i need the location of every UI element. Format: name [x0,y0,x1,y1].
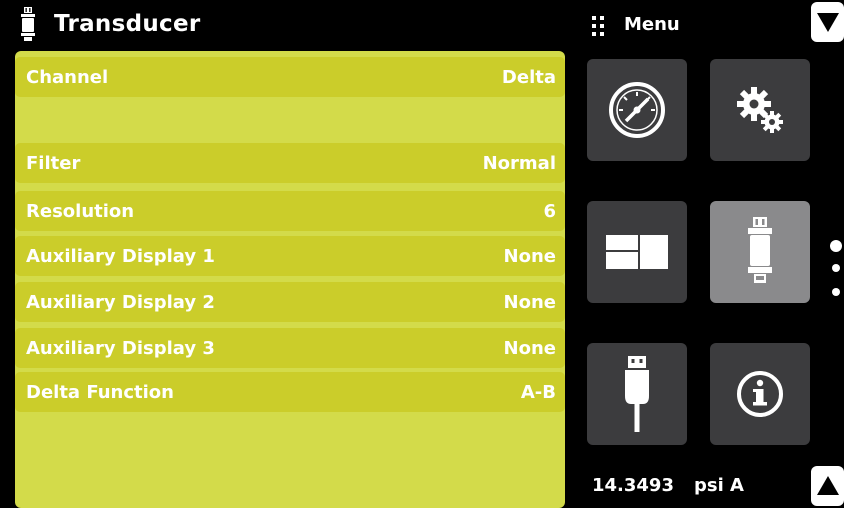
setting-label: Delta Function [26,381,174,403]
setting-row-auxiliary-display-2[interactable]: Auxiliary Display 2 None [15,282,565,322]
setting-label: Channel [26,66,109,88]
grid-icon [592,16,604,36]
page-dot [832,288,840,296]
scroll-up-button[interactable] [811,466,844,506]
transducer-icon [748,217,772,283]
usb-tile[interactable] [587,343,687,445]
setting-label: Auxiliary Display 1 [26,245,215,267]
page-indicator [830,240,842,300]
transducer-tile[interactable] [710,201,810,303]
menu-header[interactable]: Menu [592,8,680,40]
settings-tile[interactable] [710,59,810,161]
pressure-readout: 14.3493 psi A [592,475,744,496]
setting-label: Filter [26,152,81,174]
scroll-down-button[interactable] [811,2,844,42]
setting-value: Normal [482,152,556,174]
triangle-up-icon [816,476,839,495]
display-icon [606,235,668,269]
setting-row-filter[interactable]: Filter Normal [15,143,565,183]
page-dot-active [830,240,842,252]
display-tile[interactable] [587,201,687,303]
setting-row-auxiliary-display-1[interactable]: Auxiliary Display 1 None [15,236,565,276]
setting-label: Auxiliary Display 2 [26,291,215,313]
pressure-value: 14.3493 [592,475,674,496]
pressure-unit: psi A [693,475,744,496]
header: Transducer [0,0,565,48]
page-dot [832,264,840,272]
gauge-tile[interactable] [587,59,687,161]
setting-row-resolution[interactable]: Resolution 6 [15,191,565,231]
setting-label: Resolution [26,200,135,222]
usb-icon [625,356,649,432]
info-icon [737,371,783,417]
transducer-icon [14,4,42,44]
page-title: Transducer [54,11,201,37]
setting-row-auxiliary-display-3[interactable]: Auxiliary Display 3 None [15,328,565,368]
setting-value: Delta [501,66,556,88]
setting-value: None [503,291,556,313]
setting-row-channel[interactable]: Channel Delta [15,57,565,97]
info-tile[interactable] [710,343,810,445]
setting-label: Auxiliary Display 3 [26,337,215,359]
setting-value: None [503,245,556,267]
gears-icon [737,87,783,133]
setting-value: A-B [520,381,556,403]
setting-row-delta-function[interactable]: Delta Function A-B [15,372,565,412]
setting-value: None [503,337,556,359]
triangle-down-icon [816,13,839,32]
gauge-icon [609,82,665,138]
menu-label: Menu [624,13,680,35]
setting-value: 6 [543,200,556,222]
settings-panel: Channel Delta Filter Normal Resolution 6… [15,51,565,508]
